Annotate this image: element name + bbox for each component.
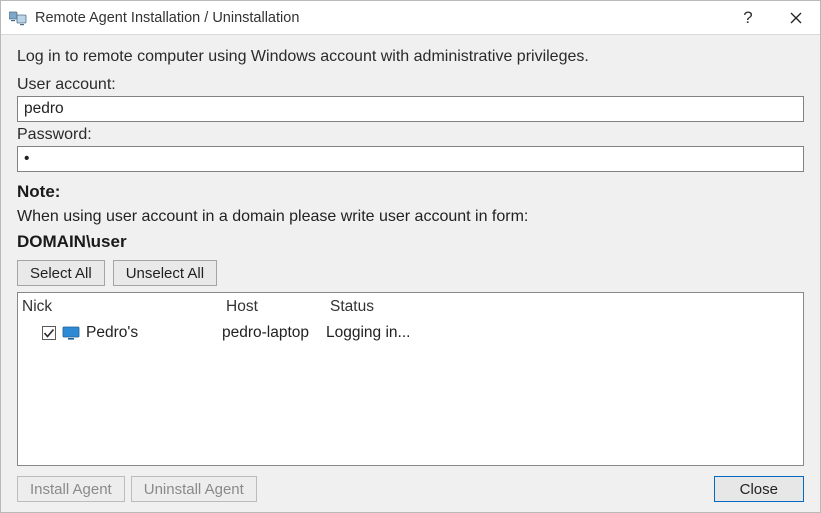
grid-header-row: Nick Host Status <box>18 293 803 321</box>
cell-status: Logging in... <box>326 324 803 342</box>
column-header-status[interactable]: Status <box>330 298 803 316</box>
window-close-button[interactable] <box>772 1 820 34</box>
cell-nick: Pedro's <box>18 324 222 342</box>
column-header-host[interactable]: Host <box>226 298 330 316</box>
instruction-text: Log in to remote computer using Windows … <box>17 48 804 66</box>
selection-button-row: Select All Unselect All <box>17 260 804 286</box>
monitor-icon <box>62 326 80 340</box>
row-checkbox[interactable] <box>42 326 56 340</box>
install-agent-button[interactable]: Install Agent <box>17 476 125 502</box>
dialog-window: Remote Agent Installation / Uninstallati… <box>0 0 821 513</box>
note-line: When using user account in a domain plea… <box>17 208 804 226</box>
footer-row: Install Agent Uninstall Agent Close <box>17 476 804 502</box>
help-button[interactable]: ? <box>724 1 772 34</box>
app-icon <box>9 10 27 26</box>
note-heading: Note: <box>17 182 804 202</box>
note-example: DOMAIN\user <box>17 232 804 252</box>
select-all-button[interactable]: Select All <box>17 260 105 286</box>
password-input[interactable] <box>17 146 804 172</box>
password-label: Password: <box>17 126 804 144</box>
titlebar[interactable]: Remote Agent Installation / Uninstallati… <box>1 1 820 35</box>
table-row[interactable]: Pedro's pedro-laptop Logging in... <box>18 321 803 345</box>
user-account-input[interactable] <box>17 96 804 122</box>
unselect-all-button[interactable]: Unselect All <box>113 260 217 286</box>
uninstall-agent-button[interactable]: Uninstall Agent <box>131 476 257 502</box>
window-title: Remote Agent Installation / Uninstallati… <box>35 10 724 26</box>
user-account-label: User account: <box>17 76 804 94</box>
close-button[interactable]: Close <box>714 476 804 502</box>
dialog-body: Log in to remote computer using Windows … <box>1 35 820 512</box>
column-header-nick[interactable]: Nick <box>22 298 226 316</box>
cell-host: pedro-laptop <box>222 324 326 342</box>
grid-body: Pedro's pedro-laptop Logging in... <box>18 321 803 465</box>
computers-grid: Nick Host Status <box>17 292 804 466</box>
row-nick-text: Pedro's <box>86 324 138 342</box>
